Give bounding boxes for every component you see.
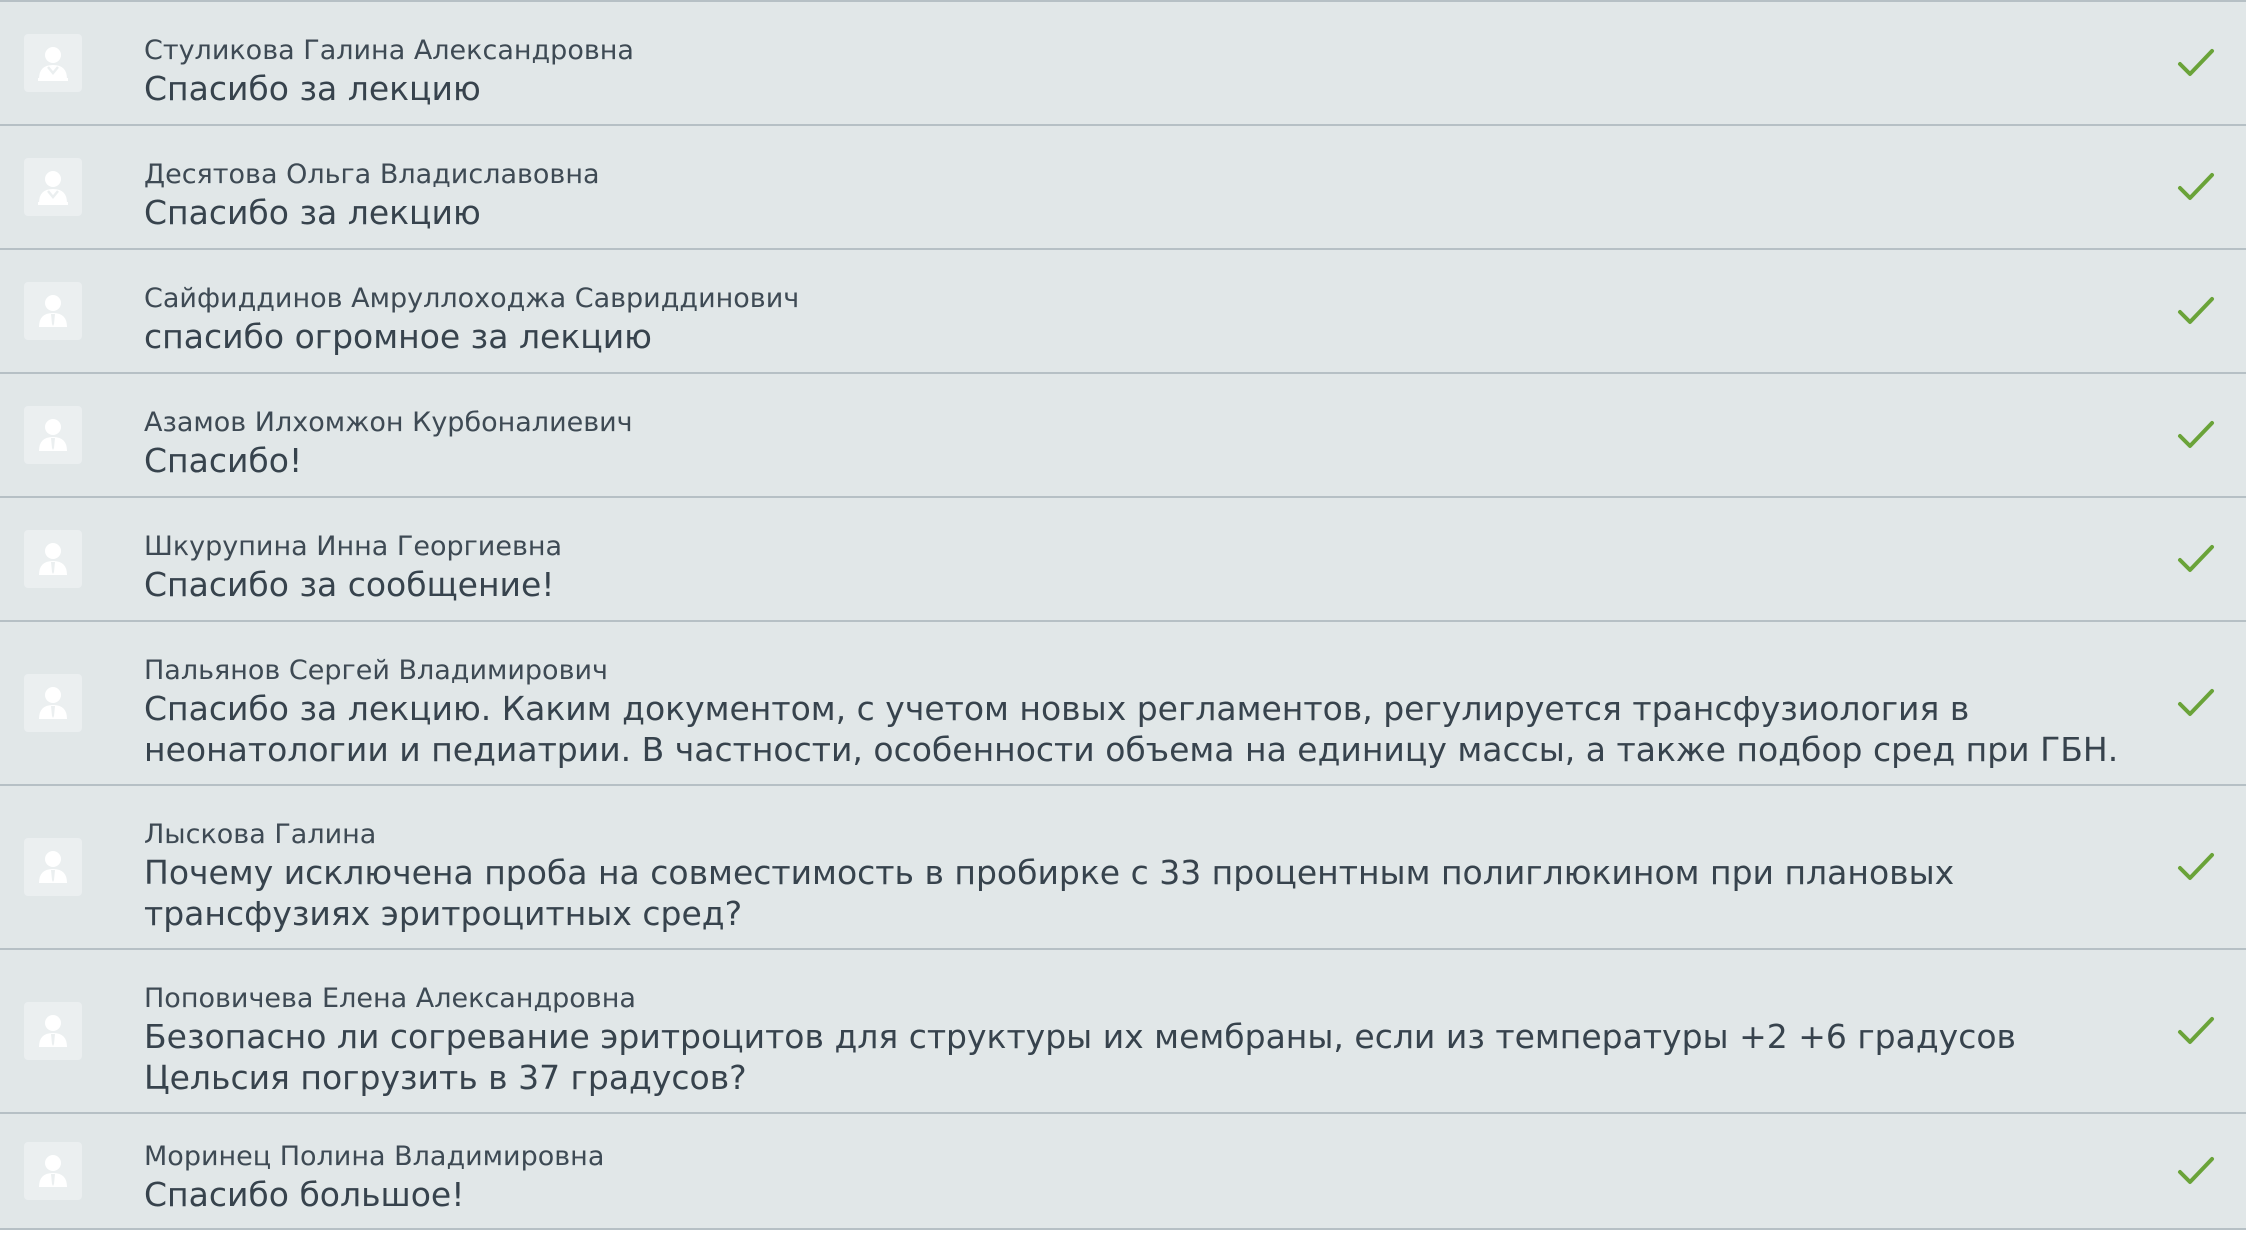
checkmark-icon[interactable] [2176,171,2216,203]
checkmark-icon[interactable] [2176,47,2216,79]
author-name: Пальянов Сергей Владимирович [144,655,608,686]
author-name: Поповичева Елена Александровна [144,983,636,1014]
author-name: Сайфиддинов Амруллоходжа Савриддинович [144,283,800,314]
author-name: Моринец Полина Владимировна [144,1141,605,1172]
avatar-icon [24,1142,82,1200]
checkmark-icon[interactable] [2176,687,2216,719]
message-text: Спасибо за сообщение! [144,565,555,604]
avatar-icon [24,838,82,896]
avatar-icon [24,674,82,732]
message-row[interactable]: Шкурупина Инна Георгиевна Спасибо за сооб… [0,498,2246,622]
message-list: Стуликова Галина Александровна Спасибо за… [0,0,2246,1230]
message-row[interactable]: Лыскова Галина Почему исключена проба на … [0,786,2246,950]
checkmark-icon[interactable] [2176,851,2216,883]
author-name: Шкурупина Инна Георгиевна [144,531,563,562]
author-name: Лыскова Галина [144,819,377,850]
message-text: Безопасно ли согревание эритроцитов для … [144,1017,2016,1097]
author-name: Стуликова Галина Александровна [144,35,634,66]
checkmark-icon[interactable] [2176,1015,2216,1047]
message-text: Спасибо! [144,441,303,480]
message-text: Почему исключена проба на совместимость … [144,853,1955,933]
checkmark-icon[interactable] [2176,1155,2216,1187]
message-text: Спасибо за лекцию [144,69,481,108]
message-text: спасибо огромное за лекцию [144,317,652,356]
message-text: Спасибо большое! [144,1175,465,1214]
avatar-icon [24,282,82,340]
message-row[interactable]: Стуликова Галина Александровна Спасибо за… [0,2,2246,126]
checkmark-icon[interactable] [2176,295,2216,327]
message-row[interactable]: Пальянов Сергей Владимирович Спасибо за л… [0,622,2246,786]
author-name: Азамов Илхомжон Курбоналиевич [144,407,633,438]
avatar-icon [24,158,82,216]
message-row[interactable]: Поповичева Елена Александровна Безопасно … [0,950,2246,1114]
avatar-icon [24,406,82,464]
avatar-icon [24,34,82,92]
message-row[interactable]: Моринец Полина Владимировна Спасибо больш… [0,1114,2246,1230]
author-name: Десятова Ольга Владиславовна [144,159,600,190]
checkmark-icon[interactable] [2176,419,2216,451]
message-text: Спасибо за лекцию. Каким документом, с у… [144,689,2119,769]
avatar-icon [24,530,82,588]
checkmark-icon[interactable] [2176,543,2216,575]
avatar-icon [24,1002,82,1060]
message-row[interactable]: Азамов Илхомжон Курбоналиевич Спасибо! [0,374,2246,498]
message-text: Спасибо за лекцию [144,193,481,232]
message-row[interactable]: Десятова Ольга Владиславовна Спасибо за л… [0,126,2246,250]
message-row[interactable]: Сайфиддинов Амруллоходжа Савриддинович сп… [0,250,2246,374]
